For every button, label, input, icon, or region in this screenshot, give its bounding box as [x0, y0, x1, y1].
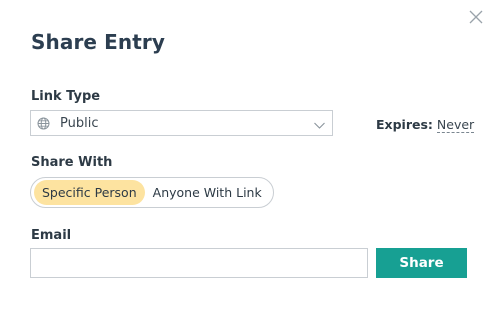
option-specific-person[interactable]: Specific Person [34, 180, 145, 205]
link-type-label: Link Type [31, 89, 101, 104]
share-button[interactable]: Share [376, 248, 467, 278]
share-with-toggle: Specific Person Anyone With Link [30, 177, 274, 208]
email-label: Email [31, 228, 72, 243]
share-entry-dialog: Share Entry Link Type Public Expires: Ne… [0, 0, 497, 310]
link-type-value: Public [60, 115, 99, 131]
expires-setting: Expires: Never [376, 117, 475, 133]
expires-label: Expires: [376, 117, 433, 132]
close-icon[interactable] [468, 9, 484, 25]
expires-value-link[interactable]: Never [436, 117, 475, 133]
dialog-title: Share Entry [31, 30, 165, 54]
chevron-down-icon [313, 117, 326, 130]
link-type-select[interactable]: Public [30, 110, 333, 136]
option-anyone-with-link[interactable]: Anyone With Link [145, 180, 270, 205]
globe-icon [37, 117, 50, 130]
share-with-label: Share With [31, 155, 113, 170]
email-field[interactable] [30, 248, 368, 278]
